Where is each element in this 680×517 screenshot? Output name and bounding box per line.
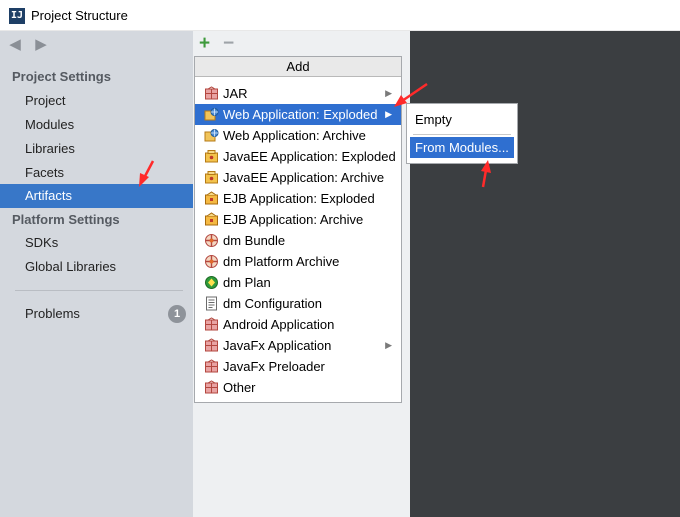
submenu-arrow-icon: ▶ xyxy=(385,88,392,98)
plus-icon[interactable]: + xyxy=(199,33,210,55)
menu-item-label: Web Application: Archive xyxy=(223,128,366,143)
problems-count-badge: 1 xyxy=(168,305,186,323)
sidebar-item-modules[interactable]: Modules xyxy=(0,113,193,137)
ejb-icon xyxy=(204,212,219,227)
submenu-separator xyxy=(413,134,511,135)
dm-config-icon xyxy=(204,296,219,311)
menu-item-web-application-archive[interactable]: Web Application: Archive xyxy=(195,125,401,146)
web-app-icon xyxy=(204,107,219,122)
add-artifact-menu: Add JAR ▶ Web Application: Exploded ▶ Web Ap… xyxy=(194,56,402,403)
project-settings-header: Project Settings xyxy=(12,69,111,84)
sidebar-item-sdks[interactable]: SDKs xyxy=(0,231,193,255)
submenu-item-empty[interactable]: Empty xyxy=(407,109,517,130)
menu-item-javaee-application-archive[interactable]: JavaEE Application: Archive xyxy=(195,167,401,188)
menu-item-label: Android Application xyxy=(223,317,335,332)
ejb-icon xyxy=(204,191,219,206)
title-bar: IJ Project Structure xyxy=(0,0,680,31)
menu-item-label: dm Platform Archive xyxy=(223,254,340,269)
sidebar-item-facets[interactable]: Facets xyxy=(0,161,193,185)
arrow-right-icon[interactable]: ▶ xyxy=(32,36,50,54)
intellij-icon: IJ xyxy=(9,8,25,24)
jar-icon xyxy=(204,86,219,101)
menu-item-label: JavaFx Preloader xyxy=(223,359,325,374)
web-app-exploded-submenu: Empty From Modules... xyxy=(406,103,518,164)
jar-icon xyxy=(204,380,219,395)
menu-item-label: EJB Application: Exploded xyxy=(223,191,375,206)
menu-item-label: Web Application: Exploded xyxy=(223,107,378,122)
sidebar: ◀ ▶ Project Settings Project Modules Lib… xyxy=(0,31,193,517)
web-app-icon xyxy=(204,128,219,143)
menu-item-label: JavaEE Application: Archive xyxy=(223,170,385,185)
menu-item-javafx-application[interactable]: JavaFx Application ▶ xyxy=(195,335,401,356)
javaee-icon xyxy=(204,170,219,185)
minus-icon[interactable]: − xyxy=(223,33,234,55)
menu-item-label: dm Configuration xyxy=(223,296,322,311)
menu-item-label: JAR xyxy=(223,86,248,101)
menu-item-android-application[interactable]: Android Application xyxy=(195,314,401,335)
submenu-arrow-icon: ▶ xyxy=(385,340,392,350)
menu-item-javafx-preloader[interactable]: JavaFx Preloader xyxy=(195,356,401,377)
dm-plan-icon xyxy=(204,275,219,290)
dm-bundle-icon xyxy=(204,233,219,248)
sidebar-item-libraries[interactable]: Libraries xyxy=(0,137,193,161)
jar-icon xyxy=(204,359,219,374)
menu-item-other[interactable]: Other xyxy=(195,377,401,398)
menu-item-dm-platform-archive[interactable]: dm Platform Archive xyxy=(195,251,401,272)
menu-item-dm-plan[interactable]: dm Plan xyxy=(195,272,401,293)
sidebar-item-artifacts[interactable]: Artifacts xyxy=(0,184,193,208)
menu-item-dm-configuration[interactable]: dm Configuration xyxy=(195,293,401,314)
menu-item-ejb-application-exploded[interactable]: EJB Application: Exploded xyxy=(195,188,401,209)
sidebar-item-project[interactable]: Project xyxy=(0,89,193,113)
submenu-item-from-modules[interactable]: From Modules... xyxy=(410,137,514,158)
menu-item-label: Other xyxy=(223,380,256,395)
menu-item-label: JavaFx Application xyxy=(223,338,332,353)
window-title: Project Structure xyxy=(31,8,128,23)
jar-icon xyxy=(204,317,219,332)
menu-item-javaee-application-exploded[interactable]: JavaEE Application: Exploded xyxy=(195,146,401,167)
menu-item-ejb-application-archive[interactable]: EJB Application: Archive xyxy=(195,209,401,230)
dm-bundle-icon xyxy=(204,254,219,269)
sidebar-item-global-libraries[interactable]: Global Libraries xyxy=(0,255,193,279)
menu-item-web-application-exploded[interactable]: Web Application: Exploded ▶ xyxy=(195,104,401,125)
sidebar-divider xyxy=(15,290,183,291)
menu-item-label: dm Plan xyxy=(223,275,271,290)
submenu-arrow-icon: ▶ xyxy=(385,109,392,119)
menu-item-label: dm Bundle xyxy=(223,233,286,248)
menu-item-label: EJB Application: Archive xyxy=(223,212,364,227)
jar-icon xyxy=(204,338,219,353)
menu-header: Add xyxy=(195,57,401,77)
menu-item-dm-bundle[interactable]: dm Bundle xyxy=(195,230,401,251)
arrow-left-icon[interactable]: ◀ xyxy=(6,36,24,54)
menu-item-jar[interactable]: JAR ▶ xyxy=(195,83,401,104)
javaee-icon xyxy=(204,149,219,164)
platform-settings-header: Platform Settings xyxy=(12,212,120,227)
menu-item-label: JavaEE Application: Exploded xyxy=(223,149,396,164)
sidebar-item-problems[interactable]: Problems xyxy=(0,302,193,326)
